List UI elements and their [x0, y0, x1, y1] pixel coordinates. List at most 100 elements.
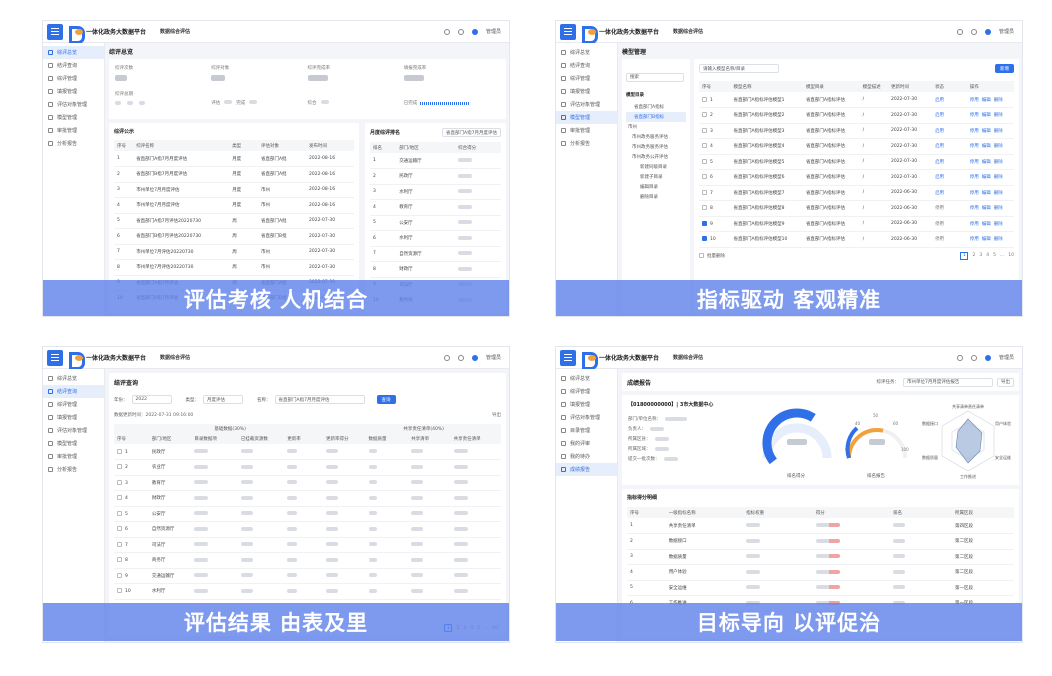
row-checkbox[interactable]	[702, 174, 707, 180]
action-link[interactable]: 停用	[970, 237, 979, 242]
user-name[interactable]: 管理员	[486, 354, 501, 361]
page-button[interactable]: 4	[986, 253, 989, 258]
announce-name-link[interactable]: 市州单位7月月度评估	[133, 182, 230, 198]
row-checkbox[interactable]	[702, 112, 707, 118]
action-link[interactable]: 删除	[994, 175, 1003, 180]
help-icon[interactable]	[457, 354, 464, 361]
table-row[interactable]: 7 省直部门A指标评估模型7 省直部门A指标评估/2022-06-30 启用 停用 编辑删…	[699, 185, 1014, 201]
page-button[interactable]: 3	[979, 253, 982, 258]
model-name-link[interactable]: 省直部门A指标评估模型1	[730, 92, 803, 108]
announce-name-link[interactable]: 省直部门B指7月评估20220730	[133, 228, 230, 245]
action-link[interactable]: 编辑	[982, 144, 991, 149]
sidebar-item-model[interactable]: 模型管理	[43, 437, 104, 450]
sidebar-item-query[interactable]: 结评查询	[43, 59, 104, 72]
table-row[interactable]: 4 省直部门A指标评估模型4 省直部门A指标评估/2022-07-30 启用 停用 编辑删…	[699, 138, 1014, 155]
action-link[interactable]: 停用	[970, 160, 979, 165]
action-link[interactable]: 删除	[994, 160, 1003, 165]
model-name-link[interactable]: 省直部门A指标评估模型6	[730, 169, 803, 186]
action-link[interactable]: 编辑	[982, 175, 991, 180]
page-button[interactable]: 1	[960, 251, 969, 260]
help-icon[interactable]	[457, 28, 464, 35]
sidebar-item-fill[interactable]: 填报管理	[43, 85, 104, 98]
model-name-link[interactable]: 省直部门A指标评估模型10	[730, 231, 803, 248]
action-link[interactable]: 停用	[970, 175, 979, 180]
row-checkbox[interactable]	[702, 127, 707, 133]
announce-name-link[interactable]: 市州单位7月评估20220730	[133, 259, 230, 276]
sidebar-item-model[interactable]: 模型管理	[43, 111, 104, 124]
user-name[interactable]: 管理员	[999, 354, 1014, 361]
table-row[interactable]: 7 市州单位7月评估20220730 周市州 2022-07-30	[114, 244, 354, 260]
row-checkbox[interactable]	[117, 526, 122, 532]
batch-delete-button[interactable]: 批量删除	[707, 253, 725, 259]
sidebar-item-overview[interactable]: 综评总览	[43, 372, 104, 385]
sidebar-item-report[interactable]: 分析报告	[43, 137, 104, 150]
sidebar-item-catalog[interactable]: 目录管理	[556, 424, 617, 437]
task-select[interactable]: 市州单位7月月度评估报告	[903, 377, 993, 387]
announce-name-link[interactable]: 省直部门A指7月评估20220730	[133, 213, 230, 229]
action-link[interactable]: 删除	[994, 237, 1003, 242]
row-checkbox[interactable]	[702, 96, 707, 102]
model-search-input[interactable]: 请输入模型名称/目录	[699, 64, 779, 73]
action-link[interactable]: 删除	[994, 206, 1003, 211]
sidebar-item-fill[interactable]: 填报管理	[43, 411, 104, 424]
sidebar-item-overview[interactable]: 综评总览	[43, 46, 104, 59]
table-row[interactable]: 2 省直部门B指7月月度评估 月度 省直部门A批 2022-08-16	[114, 166, 354, 183]
name-select[interactable]: 省直部门A指7月月度评估	[274, 395, 365, 404]
table-row[interactable]: 9 省直部门A指标评估模型9 省直部门A指标评估/2022-06-30 停用 停用 编辑删…	[699, 216, 1014, 232]
model-name-link[interactable]: 省直部门A指标评估模型2	[730, 107, 803, 124]
rank-select[interactable]: 省直部门A指7月月度评估	[442, 128, 501, 137]
sidebar-item-approve[interactable]: 审批管理	[556, 124, 617, 137]
row-checkbox[interactable]	[702, 236, 707, 242]
export-button[interactable]: 导出	[997, 377, 1014, 387]
page-button[interactable]: ...	[1000, 253, 1004, 258]
page-button[interactable]: 10	[1008, 253, 1014, 258]
notification-icon[interactable]	[956, 28, 963, 35]
announce-name-link[interactable]: 省直部门A指7月月度评估	[133, 151, 230, 167]
tree-item[interactable]: 市州	[626, 122, 686, 132]
query-button[interactable]: 查询	[376, 395, 396, 404]
action-link[interactable]: 停用	[970, 113, 979, 118]
tree-item[interactable]: 省直部门A指标	[626, 102, 686, 112]
model-name-link[interactable]: 省直部门A指标评估模型9	[730, 216, 803, 232]
sidebar-item-target[interactable]: 评估对象管理	[43, 98, 104, 111]
action-link[interactable]: 停用	[970, 191, 979, 196]
action-link[interactable]: 编辑	[982, 222, 991, 227]
sidebar-item-target[interactable]: 评估对象管理	[556, 98, 617, 111]
row-checkbox[interactable]	[117, 588, 122, 594]
action-link[interactable]: 删除	[994, 129, 1003, 134]
table-row[interactable]: 3 市州单位7月月度评估 月度 市州 2022-08-16	[114, 182, 354, 198]
action-link[interactable]: 停用	[970, 144, 979, 149]
user-name[interactable]: 管理员	[999, 28, 1014, 35]
action-link[interactable]: 编辑	[982, 98, 991, 103]
table-row[interactable]: 6 省直部门A指标评估模型6 省直部门A指标评估/2022-07-30 启用 停用 编辑删…	[699, 169, 1014, 186]
row-checkbox[interactable]	[702, 189, 707, 195]
table-row[interactable]: 1 省直部门A指7月月度评估 月度 省直部门A批 2022-08-16	[114, 151, 354, 167]
model-name-link[interactable]: 省直部门A指标评估模型8	[730, 200, 803, 217]
select-all-checkbox[interactable]	[699, 253, 704, 258]
row-checkbox[interactable]	[702, 143, 707, 149]
action-link[interactable]: 编辑	[982, 191, 991, 196]
tree-search-input[interactable]: 搜索	[626, 72, 684, 82]
row-checkbox[interactable]	[117, 495, 122, 501]
table-row[interactable]: 8 市州单位7月评估20220730 周市州 2022-07-30	[114, 259, 354, 276]
model-name-link[interactable]: 省直部门A指标评估模型7	[730, 185, 803, 201]
row-checkbox[interactable]	[117, 557, 122, 563]
add-button[interactable]: 新增	[995, 64, 1014, 73]
sidebar-item-report[interactable]: 分析报告	[43, 463, 104, 476]
sidebar-item-approve[interactable]: 审批管理	[43, 450, 104, 463]
sidebar-item-report[interactable]: 分析报告	[556, 137, 617, 150]
action-link[interactable]: 编辑	[982, 160, 991, 165]
tree-item[interactable]: 市州政务服务评估	[626, 132, 686, 142]
sidebar-item-model[interactable]: 模型管理	[556, 111, 617, 124]
tree-item[interactable]: 编辑目录	[626, 182, 686, 192]
page-button[interactable]: 2	[972, 253, 975, 258]
model-name-link[interactable]: 省直部门A指标评估模型5	[730, 154, 803, 170]
action-link[interactable]: 编辑	[982, 113, 991, 118]
sidebar-item-overview[interactable]: 综评总览	[556, 372, 617, 385]
row-checkbox[interactable]	[702, 158, 707, 164]
sidebar-item-todo[interactable]: 我的待办	[556, 450, 617, 463]
year-select[interactable]: 2022	[131, 395, 172, 404]
page-button[interactable]: 5	[993, 253, 996, 258]
type-select[interactable]: 月度评估	[203, 395, 243, 404]
action-link[interactable]: 删除	[994, 222, 1003, 227]
